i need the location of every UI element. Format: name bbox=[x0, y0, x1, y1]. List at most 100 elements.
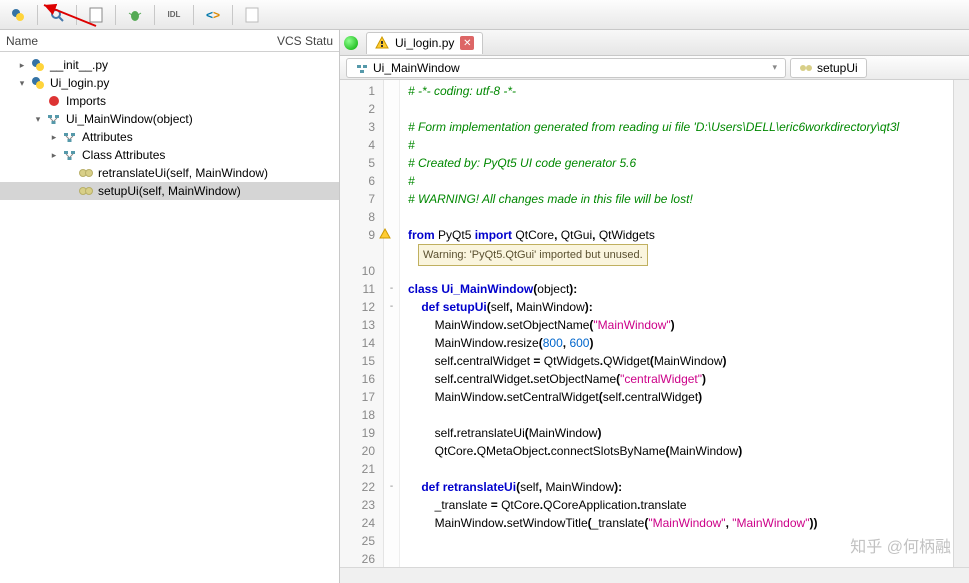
code-line[interactable]: # Form implementation generated from rea… bbox=[408, 118, 953, 136]
file-tab-label: Ui_login.py bbox=[395, 36, 454, 50]
toolbar-idl-icon[interactable]: IDL bbox=[160, 3, 188, 27]
code-line[interactable]: self.centralWidget.setObjectName("centra… bbox=[408, 370, 953, 388]
code-line[interactable]: # -*- coding: utf-8 -*- bbox=[408, 82, 953, 100]
editor-tab-strip: Ui_login.py ✕ bbox=[340, 30, 969, 56]
fold-toggle bbox=[384, 172, 399, 190]
tree-item-label: Class Attributes bbox=[82, 148, 165, 162]
code-line[interactable] bbox=[408, 460, 953, 478]
fold-column[interactable]: ---- bbox=[384, 80, 400, 567]
toolbar-search-icon[interactable] bbox=[43, 3, 71, 27]
fold-toggle bbox=[384, 406, 399, 424]
chevron-icon[interactable]: ▸ bbox=[48, 131, 60, 143]
tree-item-label: setupUi(self, MainWindow) bbox=[98, 184, 241, 198]
fold-toggle bbox=[384, 550, 399, 567]
tree-row[interactable]: ▾ Ui_MainWindow(object) bbox=[0, 110, 339, 128]
toolbar-brackets-icon[interactable]: <> bbox=[199, 3, 227, 27]
chevron-icon bbox=[64, 185, 76, 197]
fold-toggle bbox=[384, 208, 399, 226]
tree-item-icon bbox=[62, 147, 78, 163]
code-line[interactable]: MainWindow.setWindowTitle(_translate("Ma… bbox=[408, 514, 953, 532]
code-line[interactable]: from PyQt5 import QtCore, QtGui, QtWidge… bbox=[408, 226, 953, 244]
method-icon bbox=[799, 61, 813, 75]
fold-toggle bbox=[384, 82, 399, 100]
code-line[interactable]: # bbox=[408, 136, 953, 154]
tree-item-icon bbox=[78, 165, 94, 181]
code-line[interactable]: MainWindow.setCentralWidget(self.central… bbox=[408, 388, 953, 406]
toolbar-blank-icon[interactable] bbox=[238, 3, 266, 27]
fold-toggle bbox=[384, 352, 399, 370]
run-indicator-icon bbox=[344, 36, 358, 50]
toolbar-bug-icon[interactable] bbox=[121, 3, 149, 27]
tree-row[interactable]: ▾ Ui_login.py bbox=[0, 74, 339, 92]
fold-toggle bbox=[384, 154, 399, 172]
warning-icon bbox=[375, 36, 389, 50]
chevron-icon[interactable]: ▸ bbox=[16, 59, 28, 71]
tree-item-label: Ui_MainWindow(object) bbox=[66, 112, 193, 126]
vertical-scrollbar[interactable] bbox=[953, 80, 969, 567]
tree-row[interactable]: ▸ Attributes bbox=[0, 128, 339, 146]
tree-row[interactable]: Imports bbox=[0, 92, 339, 110]
fold-toggle bbox=[384, 442, 399, 460]
tree-item-label: Ui_login.py bbox=[50, 76, 109, 90]
code-line[interactable] bbox=[408, 550, 953, 567]
outline-tree[interactable]: ▸__init__.py ▾ Ui_login.py Imports ▾ Ui_MainW… bbox=[0, 52, 339, 583]
code-line[interactable] bbox=[408, 100, 953, 118]
outline-header: Name VCS Statu bbox=[0, 30, 339, 52]
code-line[interactable]: # bbox=[408, 172, 953, 190]
fold-toggle bbox=[384, 388, 399, 406]
fold-toggle bbox=[384, 424, 399, 442]
chevron-icon[interactable]: ▾ bbox=[32, 113, 44, 125]
tree-row[interactable]: retranslateUi(self, MainWindow) bbox=[0, 164, 339, 182]
fold-toggle bbox=[384, 262, 399, 280]
code-line[interactable]: self.retranslateUi(MainWindow) bbox=[408, 424, 953, 442]
tree-item-label: Imports bbox=[66, 94, 106, 108]
toolbar-page-icon[interactable] bbox=[82, 3, 110, 27]
chevron-icon[interactable]: ▾ bbox=[16, 77, 28, 89]
close-icon[interactable]: ✕ bbox=[460, 36, 474, 50]
code-line[interactable] bbox=[408, 532, 953, 550]
tree-item-icon bbox=[78, 183, 94, 199]
outline-panel: Name VCS Statu ▸__init__.py ▾ Ui_login.py I… bbox=[0, 30, 340, 583]
code-line[interactable]: self.centralWidget = QtWidgets.QWidget(M… bbox=[408, 352, 953, 370]
horizontal-scrollbar[interactable] bbox=[340, 567, 969, 583]
fold-toggle[interactable]: - bbox=[384, 280, 399, 298]
code-line[interactable]: MainWindow.resize(800, 600) bbox=[408, 334, 953, 352]
code-line[interactable]: def setupUi(self, MainWindow): bbox=[408, 298, 953, 316]
chevron-icon[interactable]: ▸ bbox=[48, 149, 60, 161]
fold-toggle bbox=[384, 532, 399, 550]
code-line[interactable]: class Ui_MainWindow(object): bbox=[408, 280, 953, 298]
tree-item-label: Attributes bbox=[82, 130, 133, 144]
code-line[interactable] bbox=[408, 208, 953, 226]
line-number-gutter: 1234567891011121314151617181920212223242… bbox=[340, 80, 384, 567]
code-line[interactable]: # WARNING! All changes made in this file… bbox=[408, 190, 953, 208]
class-icon bbox=[355, 61, 369, 75]
code-line[interactable]: def retranslateUi(self, MainWindow): bbox=[408, 478, 953, 496]
tree-row[interactable]: ▸__init__.py bbox=[0, 56, 339, 74]
code-line[interactable]: _translate = QtCore.QCoreApplication.tra… bbox=[408, 496, 953, 514]
chevron-icon bbox=[32, 95, 44, 107]
code-line[interactable]: QtCore.QMetaObject.connectSlotsByName(Ma… bbox=[408, 442, 953, 460]
file-tab[interactable]: Ui_login.py ✕ bbox=[366, 32, 483, 54]
fold-toggle[interactable]: - bbox=[384, 298, 399, 316]
icon-toolbar: IDL <> bbox=[0, 0, 969, 30]
tree-row[interactable]: ▸ Class Attributes bbox=[0, 146, 339, 164]
code-line[interactable]: MainWindow.setObjectName("MainWindow") bbox=[408, 316, 953, 334]
code-line[interactable]: # Created by: PyQt5 UI code generator 5.… bbox=[408, 154, 953, 172]
column-vcs-status: VCS Statu bbox=[277, 34, 333, 48]
fold-toggle bbox=[384, 118, 399, 136]
breadcrumb-class[interactable]: Ui_MainWindow ▾ bbox=[346, 58, 786, 78]
tree-item-icon bbox=[30, 57, 46, 73]
tree-row[interactable]: setupUi(self, MainWindow) bbox=[0, 182, 339, 200]
fold-toggle bbox=[384, 496, 399, 514]
chevron-down-icon: ▾ bbox=[760, 62, 777, 73]
code-editor[interactable]: 1234567891011121314151617181920212223242… bbox=[340, 80, 969, 567]
toolbar-python-icon[interactable] bbox=[4, 3, 32, 27]
code-line[interactable] bbox=[408, 406, 953, 424]
breadcrumb-method[interactable]: setupUi bbox=[790, 58, 867, 78]
breadcrumb-class-label: Ui_MainWindow bbox=[373, 61, 460, 75]
fold-toggle bbox=[384, 334, 399, 352]
fold-toggle bbox=[384, 316, 399, 334]
fold-toggle[interactable]: - bbox=[384, 478, 399, 496]
breadcrumb-method-label: setupUi bbox=[817, 61, 858, 75]
code-area[interactable]: # -*- coding: utf-8 -*- # Form implementa… bbox=[400, 80, 953, 567]
